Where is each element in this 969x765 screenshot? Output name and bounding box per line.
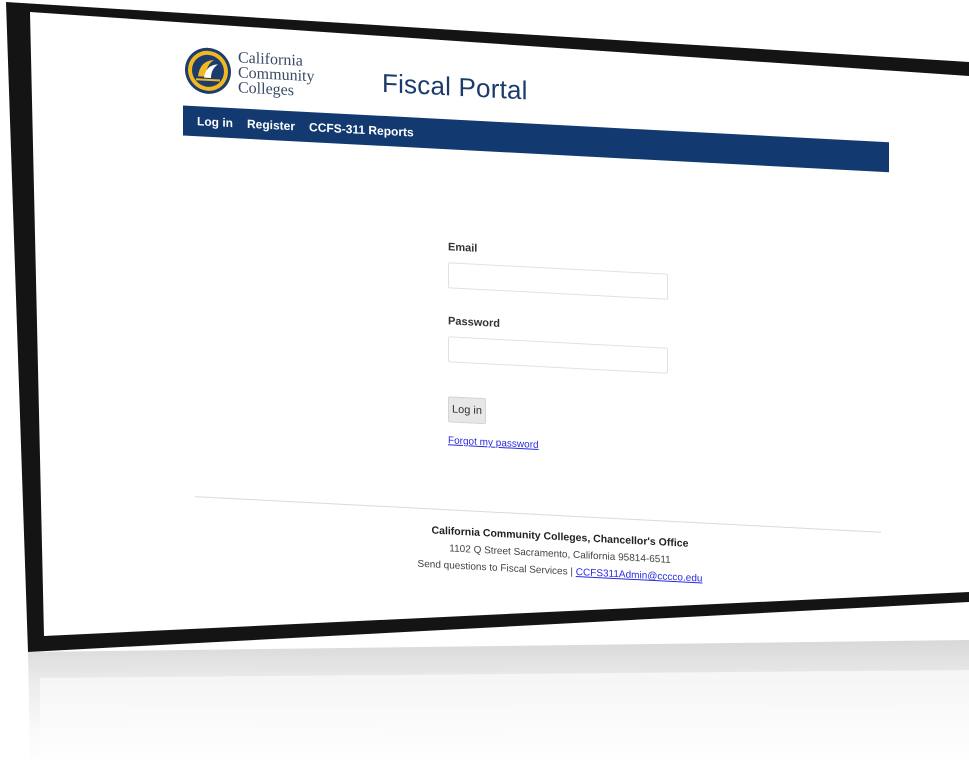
- password-field[interactable]: [448, 336, 668, 374]
- login-form: Email Password Log in Forgot my password: [448, 241, 678, 458]
- footer-email-link[interactable]: CCFS311Admin@cccco.edu: [576, 567, 703, 585]
- nav-register-link[interactable]: Register: [247, 117, 295, 133]
- page-title: Fiscal Portal: [382, 67, 528, 106]
- monitor-reflection: [28, 640, 969, 765]
- monitor-screen: California Community Colleges Fiscal Por…: [30, 12, 969, 636]
- logo-text: California Community Colleges: [238, 49, 314, 99]
- site-logo[interactable]: California Community Colleges: [184, 46, 314, 101]
- nav-ccfs-reports-link[interactable]: CCFS-311 Reports: [309, 120, 414, 139]
- login-button[interactable]: Log in: [448, 396, 486, 425]
- nav-login-link[interactable]: Log in: [197, 114, 233, 130]
- email-field[interactable]: [448, 262, 668, 300]
- page-footer: California Community Colleges, Chancello…: [300, 516, 820, 594]
- screenshot-stage: California Community Colleges Fiscal Por…: [0, 0, 969, 765]
- email-label: Email: [448, 241, 478, 255]
- reflection-surface: [40, 670, 969, 765]
- college-seal-icon: [185, 47, 231, 94]
- password-label: Password: [448, 315, 500, 330]
- forgot-password-link[interactable]: Forgot my password: [448, 435, 678, 458]
- top-navbar: Log in Register CCFS-311 Reports: [183, 105, 889, 173]
